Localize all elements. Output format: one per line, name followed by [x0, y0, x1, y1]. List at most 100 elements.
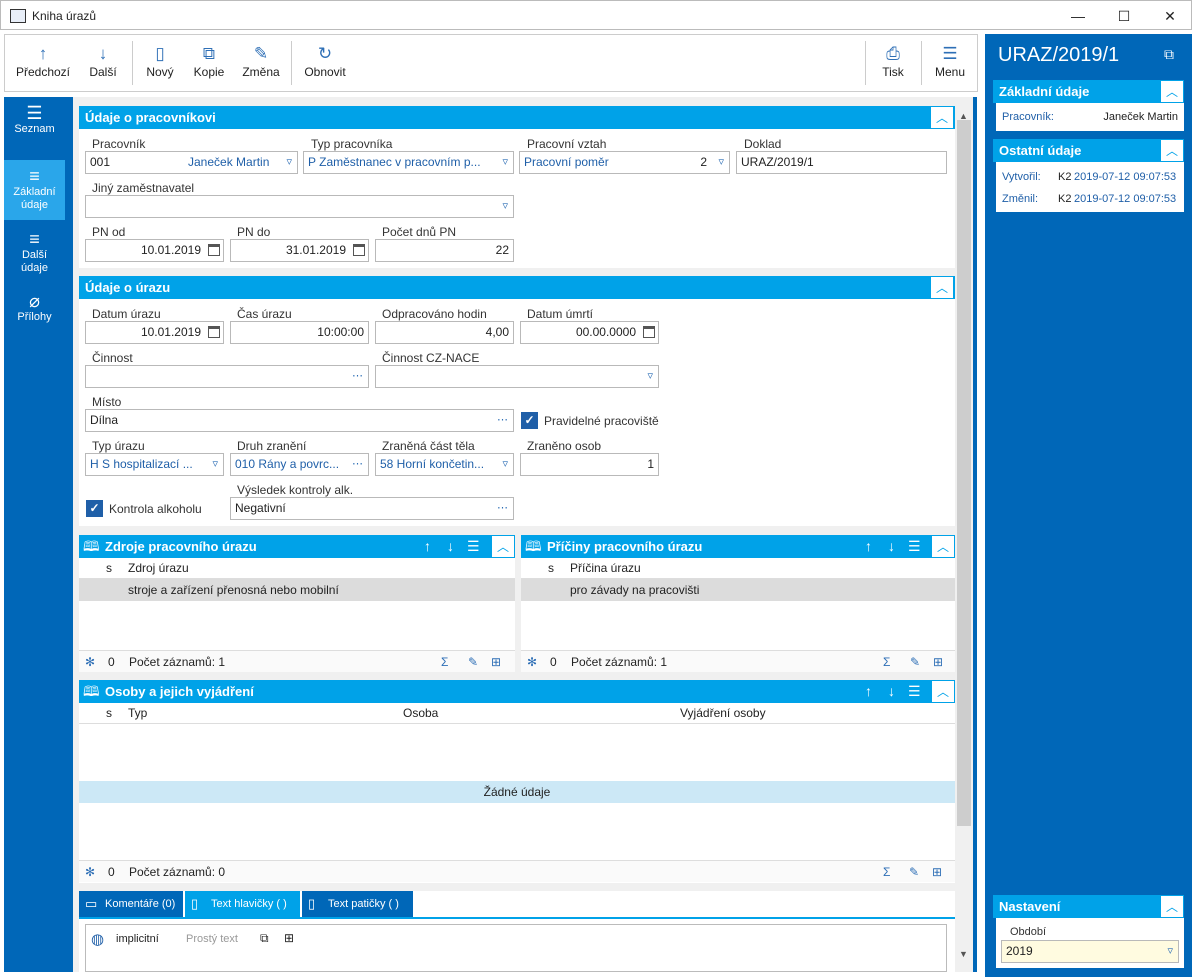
other-employer-field[interactable]: ▿ [85, 195, 514, 218]
scroll-down-icon[interactable]: ▼ [959, 949, 968, 959]
collapse-icon[interactable]: ︿ [931, 535, 955, 558]
dropdown-icon[interactable]: ▿ [502, 152, 508, 173]
hamburger-icon[interactable]: ☰ [467, 535, 480, 558]
sum-icon[interactable]: Σ [883, 651, 890, 673]
injury-date-field[interactable]: 10.01.2019 [85, 321, 224, 344]
alcohol-result-field[interactable]: Negativní ⋯ [230, 497, 514, 520]
pn-to-field[interactable]: 31.01.2019 [230, 239, 369, 262]
injured-persons-field[interactable]: 1 [520, 453, 659, 476]
next-button[interactable]: ↓ Další [83, 35, 123, 91]
add-record-icon[interactable]: ⊞ [932, 861, 942, 883]
minimize-button[interactable]: — [1055, 1, 1101, 31]
calendar-icon[interactable] [643, 326, 655, 338]
ellipsis-icon[interactable]: ⋯ [352, 366, 363, 387]
ellipsis-icon[interactable]: ⋯ [497, 498, 508, 519]
collapse-icon[interactable]: ︿ [1160, 80, 1184, 103]
collapse-icon[interactable]: ︿ [491, 535, 515, 558]
collapse-icon[interactable]: ︿ [930, 276, 954, 299]
previous-button[interactable]: ↑ Předchozí [13, 35, 73, 91]
wound-type-field[interactable]: 010 Rány a povrc... ⋯ [230, 453, 369, 476]
body-part-field[interactable]: 58 Horní končetin... ▿ [375, 453, 514, 476]
injury-time-field[interactable]: 10:00:00 [230, 321, 369, 344]
activity-field[interactable]: ⋯ [85, 365, 369, 388]
pn-from-field[interactable]: 10.01.2019 [85, 239, 224, 262]
refresh-button[interactable]: ↻ Obnovit [299, 35, 351, 91]
menu-button[interactable]: ☰ Menu [927, 35, 973, 91]
add-record-icon[interactable]: ⊞ [491, 651, 501, 673]
collapse-icon[interactable]: ︿ [1160, 895, 1184, 918]
calendar-icon[interactable] [208, 244, 220, 256]
sum-icon[interactable]: Σ [883, 861, 890, 883]
nace-field[interactable]: ▿ [375, 365, 659, 388]
format-select[interactable]: Prostý text [186, 933, 238, 945]
paperclip-icon: ⌀ [29, 291, 40, 311]
snowflake-icon[interactable]: ✻ [527, 651, 537, 673]
tab-footer-text[interactable]: ▯ Text patičky ( ) [302, 891, 413, 917]
snowflake-icon[interactable]: ✻ [85, 651, 95, 673]
copy-button[interactable]: ⧉ Kopie [189, 35, 229, 91]
sum-icon[interactable]: Σ [441, 651, 448, 673]
arrow-down-icon[interactable]: ↓ [888, 680, 895, 703]
worker-type-field[interactable]: P Zaměstnanec v pracovním p... ▿ [303, 151, 514, 174]
text-editor[interactable]: ◍ implicitní Prostý text ⧉ ⊞ [85, 924, 947, 972]
nav-basic-data[interactable]: ≡ Základní údaje [4, 160, 65, 220]
dropdown-icon[interactable]: ▿ [1167, 941, 1173, 962]
pn-days-field[interactable]: 22 [375, 239, 514, 262]
nav-attachments[interactable]: ⌀ Přílohy [4, 285, 65, 341]
change-button[interactable]: ✎ Změna [239, 35, 283, 91]
dropdown-icon[interactable]: ▿ [212, 454, 218, 475]
snowflake-icon[interactable]: ✻ [85, 861, 95, 883]
dropdown-icon[interactable]: ▿ [502, 196, 508, 217]
hamburger-icon[interactable]: ☰ [908, 535, 921, 558]
arrow-up-icon[interactable]: ↑ [865, 680, 872, 703]
document-field[interactable]: URAZ/2019/1 [736, 151, 947, 174]
new-button[interactable]: ▯ Nový [141, 35, 179, 91]
copy-icon: ⧉ [202, 44, 216, 63]
pencil-icon[interactable]: ✎ [910, 651, 920, 673]
alcohol-check-label: Kontrola alkoholu [109, 502, 202, 516]
close-button[interactable]: ✕ [1147, 1, 1192, 31]
place-field[interactable]: Dílna ⋯ [85, 409, 514, 432]
table-row[interactable]: pro závady na pracovišti [521, 579, 955, 601]
worker-field[interactable]: 001 Janeček Martin ▿ [85, 151, 298, 174]
death-date-field[interactable]: 00.00.0000 [520, 321, 659, 344]
scrollbar-thumb[interactable] [957, 120, 971, 826]
hours-worked-field[interactable]: 4,00 [375, 321, 514, 344]
dropdown-icon[interactable]: ▿ [647, 366, 653, 387]
arrow-down-icon[interactable]: ↓ [888, 535, 895, 558]
ellipsis-icon[interactable]: ⋯ [497, 410, 508, 431]
relation-field[interactable]: Pracovní poměr 2 ▿ [519, 151, 730, 174]
injury-type-field[interactable]: H S hospitalizací ... ▿ [85, 453, 224, 476]
maximize-button[interactable]: ☐ [1101, 1, 1147, 31]
regular-workplace-checkbox[interactable]: ✓ [521, 412, 538, 429]
calendar-icon[interactable] [208, 326, 220, 338]
paste-icon[interactable]: ⊞ [284, 931, 294, 945]
collapse-icon[interactable]: ︿ [931, 680, 955, 703]
language-select[interactable]: implicitní [116, 933, 159, 945]
calendar-icon[interactable] [353, 244, 365, 256]
dropdown-icon[interactable]: ▿ [286, 152, 292, 173]
collapse-icon[interactable]: ︿ [930, 106, 954, 129]
open-external-icon[interactable]: ⧉ [1164, 46, 1174, 63]
dropdown-icon[interactable]: ▿ [502, 454, 508, 475]
print-button[interactable]: ⎙ Tisk [871, 35, 915, 91]
add-record-icon[interactable]: ⊞ [933, 651, 943, 673]
tab-header-text[interactable]: ▯ Text hlavičky ( ) [185, 891, 300, 917]
pencil-icon[interactable]: ✎ [468, 651, 478, 673]
nav-other-data[interactable]: ≡ Další údaje [4, 223, 65, 281]
dropdown-icon[interactable]: ▿ [718, 152, 724, 173]
nav-list[interactable]: ☰ Seznam [4, 97, 65, 155]
table-row[interactable]: stroje a zařízení přenosná nebo mobilní [79, 579, 515, 601]
period-select[interactable]: 2019 ▿ [1001, 940, 1179, 963]
hamburger-icon[interactable]: ☰ [908, 680, 921, 703]
arrow-up-icon[interactable]: ↑ [424, 535, 431, 558]
copy-icon[interactable]: ⧉ [260, 931, 269, 946]
alcohol-check-checkbox[interactable]: ✓ [86, 500, 103, 517]
globe-icon[interactable]: ◍ [91, 930, 104, 948]
collapse-icon[interactable]: ︿ [1160, 139, 1184, 162]
pencil-icon[interactable]: ✎ [909, 861, 919, 883]
tab-comments[interactable]: ▭ Komentáře (0) [79, 891, 183, 917]
ellipsis-icon[interactable]: ⋯ [352, 454, 363, 475]
arrow-up-icon[interactable]: ↑ [865, 535, 872, 558]
arrow-down-icon[interactable]: ↓ [447, 535, 454, 558]
